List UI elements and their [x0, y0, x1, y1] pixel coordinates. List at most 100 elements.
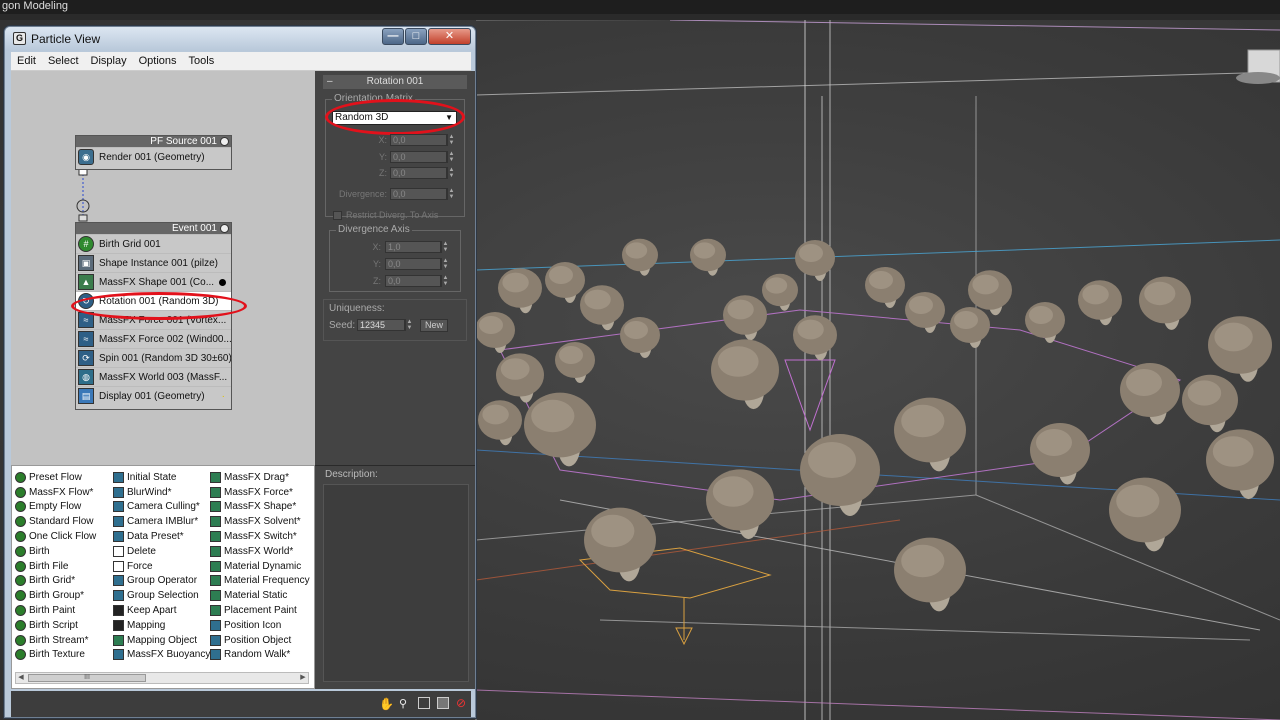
depot-item[interactable]: Delete	[113, 544, 211, 559]
operator-icon	[15, 486, 26, 498]
restrict-checkbox[interactable]	[333, 211, 342, 220]
depot-item[interactable]: One Click Flow	[15, 529, 113, 544]
depot-item[interactable]: Birth File	[15, 559, 113, 574]
operator-massfx-shape[interactable]: ▲ MassFX Shape 001 (Co...	[76, 272, 231, 291]
operator-birth-grid[interactable]: # Birth Grid 001	[76, 234, 231, 253]
depot-item[interactable]: Birth Grid*	[15, 574, 113, 589]
no-icon[interactable]: ⊘	[456, 696, 468, 710]
menu-options[interactable]: Options	[133, 52, 183, 67]
depot-item[interactable]: Mapping Object	[113, 633, 211, 648]
depot-item[interactable]: Keep Apart	[113, 603, 211, 618]
scroll-left-icon[interactable]: ◀	[16, 673, 26, 683]
menu-display[interactable]: Display	[85, 52, 133, 67]
description-label: Description:	[325, 469, 378, 480]
depot-item[interactable]: MassFX Flow*	[15, 485, 113, 500]
seed-spinner-arrows[interactable]: ▲ ▼	[405, 319, 413, 331]
scroll-right-icon[interactable]: ▶	[298, 673, 308, 683]
depot-item[interactable]: Force	[113, 559, 211, 574]
depot-item[interactable]: Random Walk*	[210, 648, 310, 663]
depot-item[interactable]: MassFX Shape*	[210, 500, 310, 515]
depot-item[interactable]: Birth Texture	[15, 648, 113, 663]
y-value: 0,0	[393, 152, 406, 162]
y-spinner-arrows[interactable]: ▲ ▼	[447, 151, 455, 163]
event-header[interactable]: Event 001	[76, 223, 231, 234]
operator-icon	[210, 634, 221, 646]
seed-spinner[interactable]: 12345	[357, 319, 405, 331]
depot-item[interactable]: Group Operator	[113, 574, 211, 589]
axis-y-spinner[interactable]: 0,0	[385, 258, 441, 270]
operator-display[interactable]: ▤ Display 001 (Geometry) ·	[76, 386, 231, 405]
depot-item[interactable]: MassFX Switch*	[210, 529, 310, 544]
operator-icon	[210, 619, 221, 631]
axis-y-arrows[interactable]: ▲ ▼	[441, 258, 449, 270]
depot-item[interactable]: Position Object	[210, 633, 310, 648]
fit-icon[interactable]	[437, 697, 449, 709]
x-spinner-arrows[interactable]: ▲ ▼	[447, 134, 455, 146]
z-label: Z:	[379, 168, 387, 178]
depot-item[interactable]: Birth Paint	[15, 603, 113, 618]
depot-item[interactable]: Group Selection	[113, 588, 211, 603]
menu-select[interactable]: Select	[42, 52, 85, 67]
operator-massfx-world[interactable]: ◍ MassFX World 003 (MassF...	[76, 367, 231, 386]
particle-graph[interactable]: PF Source 001 ◉ Render 001 (Geometry) Eve…	[11, 71, 315, 465]
depot-item[interactable]: Position Icon	[210, 618, 310, 633]
divergence-spinner-arrows[interactable]: ▲ ▼	[447, 188, 455, 200]
depot-item[interactable]: Mapping	[113, 618, 211, 633]
window-titlebar[interactable]: G Particle View — □ ✕	[5, 27, 475, 51]
axis-x-spinner[interactable]: 1,0	[385, 241, 441, 253]
scroll-thumb[interactable]: III	[28, 674, 146, 682]
depot-item[interactable]: Birth Stream*	[15, 633, 113, 648]
zoom-icon[interactable]: ⚲	[399, 697, 411, 710]
depot-item[interactable]: MassFX Drag*	[210, 470, 310, 485]
zoom-region-icon[interactable]	[418, 697, 430, 709]
depot-item[interactable]: Birth Script	[15, 618, 113, 633]
depot-item[interactable]: Preset Flow	[15, 470, 113, 485]
axis-z-spinner[interactable]: 0,0	[385, 275, 441, 287]
operator-render[interactable]: ◉ Render 001 (Geometry)	[76, 147, 231, 166]
depot-item[interactable]: Material Dynamic	[210, 559, 310, 574]
depot-item[interactable]: MassFX Force*	[210, 485, 310, 500]
eye-icon[interactable]	[220, 137, 229, 146]
depot-item[interactable]: MassFX Buoyancy*	[113, 648, 214, 663]
operator-spin[interactable]: ⟳ Spin 001 (Random 3D 30±60)	[76, 348, 231, 367]
depot-item[interactable]: Birth Group*	[15, 588, 113, 603]
depot-item[interactable]: BlurWind*	[113, 485, 211, 500]
axis-x-arrows[interactable]: ▲ ▼	[441, 241, 449, 253]
operator-shape-instance[interactable]: ▣ Shape Instance 001 (pilze)	[76, 253, 231, 272]
z-spinner[interactable]: 0,0	[390, 167, 447, 179]
menu-tools[interactable]: Tools	[183, 52, 221, 67]
close-button[interactable]: ✕	[428, 28, 471, 45]
depot-item[interactable]: MassFX World*	[210, 544, 310, 559]
operator-massfx-force-2[interactable]: ≈ MassFX Force 002 (Wind00...	[76, 329, 231, 348]
operator-icon	[113, 471, 124, 483]
minimize-button[interactable]: —	[382, 28, 404, 45]
depot-item[interactable]: Empty Flow	[15, 500, 113, 515]
rollout-header[interactable]: – Rotation 001	[323, 75, 467, 89]
depot-item[interactable]: Material Static	[210, 588, 310, 603]
new-seed-button[interactable]: New	[420, 319, 448, 332]
operator-label: MassFX World 003 (MassF...	[99, 371, 228, 383]
depot-item[interactable]: Data Preset*	[113, 529, 211, 544]
pf-source-header[interactable]: PF Source 001	[76, 136, 231, 147]
menu-edit[interactable]: Edit	[11, 52, 42, 67]
axis-z-arrows[interactable]: ▲ ▼	[441, 275, 449, 287]
depot-item-label: Mapping	[127, 619, 166, 631]
depot-item[interactable]: Initial State	[113, 470, 211, 485]
depot-item[interactable]: Standard Flow	[15, 514, 113, 529]
y-spinner[interactable]: 0,0	[390, 151, 447, 163]
divergence-spinner[interactable]: 0,0	[390, 188, 447, 200]
depot-item[interactable]: Material Frequency	[210, 574, 310, 589]
pan-hand-icon[interactable]: ✋	[379, 697, 394, 711]
pf-source-node[interactable]: PF Source 001 ◉ Render 001 (Geometry)	[75, 135, 232, 170]
z-spinner-arrows[interactable]: ▲ ▼	[447, 167, 455, 179]
depot-item[interactable]: Placement Paint	[210, 603, 310, 618]
depot-item[interactable]: MassFX Solvent*	[210, 514, 310, 529]
maximize-button[interactable]: □	[405, 28, 427, 45]
depot-item[interactable]: Camera Culling*	[113, 500, 211, 515]
eye-icon[interactable]	[220, 224, 229, 233]
depot-item[interactable]: Camera IMBlur*	[113, 514, 211, 529]
x-spinner[interactable]: 0,0	[390, 134, 447, 146]
depot-scrollbar[interactable]: ◀ III ▶	[15, 672, 309, 684]
operator-depot[interactable]: Preset Flow MassFX Flow* Empty Flow Standar…	[11, 465, 315, 689]
depot-item[interactable]: Birth	[15, 544, 113, 559]
